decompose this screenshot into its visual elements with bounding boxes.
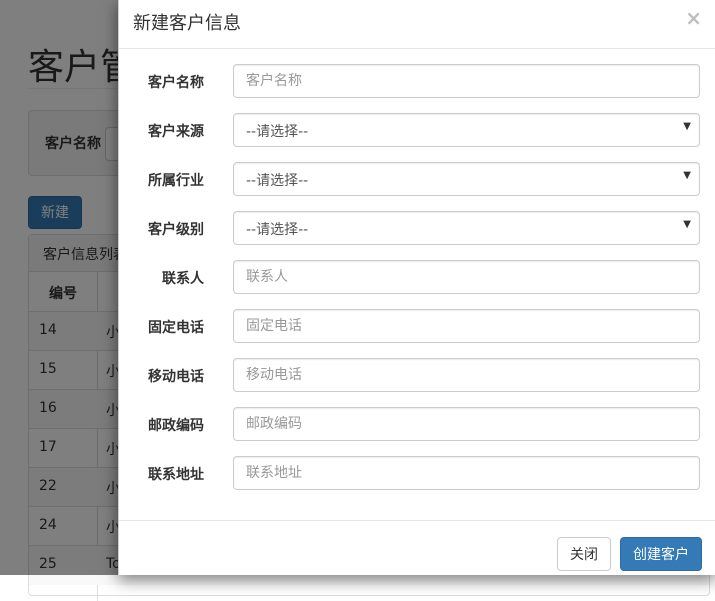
caret-down-icon: ▼ [683,170,691,181]
dialog-body: 客户名称 客户来源 --请选择-- ▼ 所属行业 --请选择-- ▼ 客户级别 … [119,49,715,519]
form-row-address: 联系地址 [119,456,715,490]
zipcode-label: 邮政编码 [148,418,204,434]
close-icon[interactable]: × [685,6,702,30]
customer-source-value: --请选择-- [246,124,309,140]
form-row-zipcode: 邮政编码 [119,407,715,441]
industry-select[interactable]: --请选择-- ▼ [233,162,700,196]
zipcode-input[interactable] [233,407,700,441]
form-row-mobile: 移动电话 [119,358,715,392]
close-button[interactable]: 关闭 [557,537,611,571]
dialog-title: 新建客户信息 [133,13,241,34]
mobile-input[interactable] [233,358,700,392]
form-row-customer-level: 客户级别 --请选择-- ▼ [119,211,715,245]
customer-name-label: 客户名称 [148,75,204,91]
industry-value: --请选择-- [246,173,309,189]
mobile-label: 移动电话 [148,369,204,385]
caret-down-icon: ▼ [683,121,691,132]
address-input[interactable] [233,456,700,490]
form-row-contact: 联系人 [119,260,715,294]
dialog-footer: 关闭 创建客户 [119,520,715,576]
new-customer-dialog: 新建客户信息 × 客户名称 客户来源 --请选择-- ▼ 所属行业 --请选择-… [118,0,715,575]
form-row-customer-name: 客户名称 [119,64,715,98]
contact-input[interactable] [233,260,700,294]
customer-source-label: 客户来源 [148,124,204,140]
contact-label: 联系人 [162,271,204,287]
customer-level-select[interactable]: --请选择-- ▼ [233,211,700,245]
dialog-header: 新建客户信息 × [119,0,715,49]
form-row-phone: 固定电话 [119,309,715,343]
create-customer-button[interactable]: 创建客户 [620,537,702,571]
form-row-customer-source: 客户来源 --请选择-- ▼ [119,113,715,147]
customer-level-label: 客户级别 [148,222,204,238]
phone-input[interactable] [233,309,700,343]
customer-level-value: --请选择-- [246,222,309,238]
customer-name-input[interactable] [233,64,700,98]
phone-label: 固定电话 [148,320,204,336]
form-row-industry: 所属行业 --请选择-- ▼ [119,162,715,196]
address-label: 联系地址 [148,467,204,483]
industry-label: 所属行业 [148,173,204,189]
caret-down-icon: ▼ [683,219,691,230]
customer-source-select[interactable]: --请选择-- ▼ [233,113,700,147]
